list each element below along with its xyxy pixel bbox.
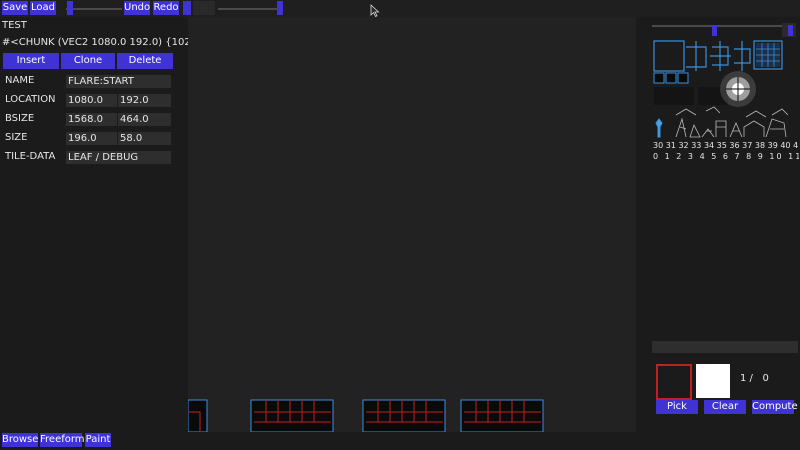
palette-scroll-track[interactable] — [652, 25, 782, 27]
pick-button[interactable]: Pick — [656, 400, 698, 414]
mode-bar: Browse Freeform Paint — [0, 432, 800, 450]
mouse-cursor-icon — [370, 4, 380, 18]
palette-index-8: 8 — [746, 152, 754, 161]
zoom-slider-handle[interactable] — [183, 1, 191, 15]
location-label: LOCATION — [5, 94, 56, 105]
bsize-y-field[interactable]: 464.0 — [118, 113, 171, 126]
inspector-panel: TEST #<CHUNK (VEC2 1080.0 192.0) {10219 … — [0, 17, 188, 432]
time-slider-handle[interactable] — [277, 1, 283, 15]
palette-index-7: 7 — [734, 152, 742, 161]
palette-index-34: 34 — [703, 141, 715, 150]
compute-button[interactable]: Compute — [752, 400, 798, 414]
name-label: NAME — [5, 75, 35, 86]
palette-index-37: 37 — [742, 141, 753, 150]
location-y-field[interactable]: 192.0 — [118, 94, 171, 107]
palette-index-1: 1 — [664, 152, 672, 161]
palette-horizontal-scrollbar[interactable] — [652, 341, 798, 353]
palette-index-41: 41 — [793, 141, 799, 150]
chunk-description: #<CHUNK (VEC2 1080.0 192.0) {10219 — [2, 37, 188, 48]
level-viewport[interactable] — [188, 17, 636, 432]
bsize-label: BSIZE — [5, 113, 35, 124]
load-button[interactable]: Load — [30, 1, 56, 15]
paint-mode-button[interactable]: Paint — [85, 433, 111, 447]
size-x-field[interactable]: 196.0 — [66, 132, 117, 145]
palette-index-33: 33 — [691, 141, 702, 150]
palette-row-top: 30 31 32 33 34 35 36 37 38 39 40 41 — [653, 141, 799, 150]
toolbar-slider-handle[interactable] — [67, 1, 73, 15]
palette-index-3: 3 — [687, 152, 696, 161]
palette-index-40: 40 — [780, 141, 791, 150]
undo-button[interactable]: Undo — [124, 1, 150, 15]
palette-index-39: 39 — [767, 141, 778, 150]
tile-counter: 1 / 0 — [740, 373, 769, 384]
palette-scroll-button-knob — [788, 25, 793, 36]
palette-index-35: 35 — [716, 141, 727, 150]
location-x-field[interactable]: 1080.0 — [66, 94, 117, 107]
browse-mode-button[interactable]: Browse — [2, 433, 38, 447]
secondary-tile-preview — [696, 364, 730, 398]
size-y-field[interactable]: 58.0 — [118, 132, 171, 145]
tileset-atlas[interactable] — [636, 37, 800, 217]
save-button[interactable]: Save — [2, 1, 28, 15]
palette-index-9: 9 — [757, 152, 765, 161]
freeform-mode-button[interactable]: Freeform — [40, 433, 85, 447]
size-label: SIZE — [5, 132, 28, 143]
palette-index-2: 2 — [676, 152, 684, 161]
clear-button[interactable]: Clear — [704, 400, 746, 414]
redo-button[interactable]: Redo — [153, 1, 179, 15]
delete-button[interactable]: Delete — [117, 53, 173, 69]
palette-scroll-button[interactable] — [782, 23, 796, 37]
palette-index-6: 6 — [722, 152, 730, 161]
entity-name-title: TEST — [2, 20, 27, 31]
clone-button[interactable]: Clone — [61, 53, 115, 69]
tile-data-field[interactable]: LEAF / DEBUG — [66, 151, 171, 164]
palette-index-4: 4 — [699, 152, 707, 161]
zoom-box[interactable] — [193, 1, 215, 15]
name-field[interactable]: FLARE:START — [66, 75, 171, 88]
chunk-tiles-canvas — [188, 399, 544, 432]
palette-index-5: 5 — [711, 152, 719, 161]
palette-index-0: 0 — [653, 152, 661, 161]
palette-index-36: 36 — [729, 141, 740, 150]
selected-tile-preview — [656, 364, 692, 400]
bsize-x-field[interactable]: 1568.0 — [66, 113, 117, 126]
palette-index-38: 38 — [754, 141, 766, 150]
tile-palette-panel: 30 31 32 33 34 35 36 37 38 39 40 41 0 1 … — [636, 17, 800, 432]
toolbar-slider-track[interactable] — [66, 8, 122, 10]
palette-index-30: 30 — [653, 141, 664, 150]
palette-index-31: 31 — [665, 141, 676, 150]
toolbar: Save Load Undo Redo — [0, 0, 800, 18]
time-slider-track[interactable] — [218, 8, 282, 10]
insert-button[interactable]: Insert — [3, 53, 59, 69]
palette-index-11: 11 — [788, 152, 799, 161]
palette-index-10: 10 — [769, 152, 784, 161]
palette-index-32: 32 — [678, 141, 689, 150]
palette-row-bottom: 0 1 2 3 4 5 6 7 8 9 10 11 — [653, 152, 799, 161]
palette-scroll-handle[interactable] — [712, 25, 717, 36]
tile-data-label: TILE-DATA — [5, 151, 56, 162]
